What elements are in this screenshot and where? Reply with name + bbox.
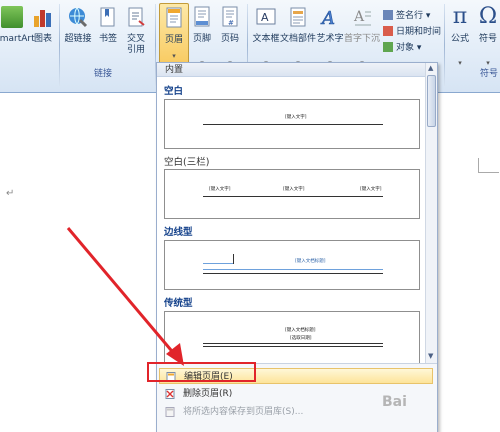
watermark: Bai xyxy=(382,394,407,410)
annotation-highlight-box xyxy=(147,362,256,382)
